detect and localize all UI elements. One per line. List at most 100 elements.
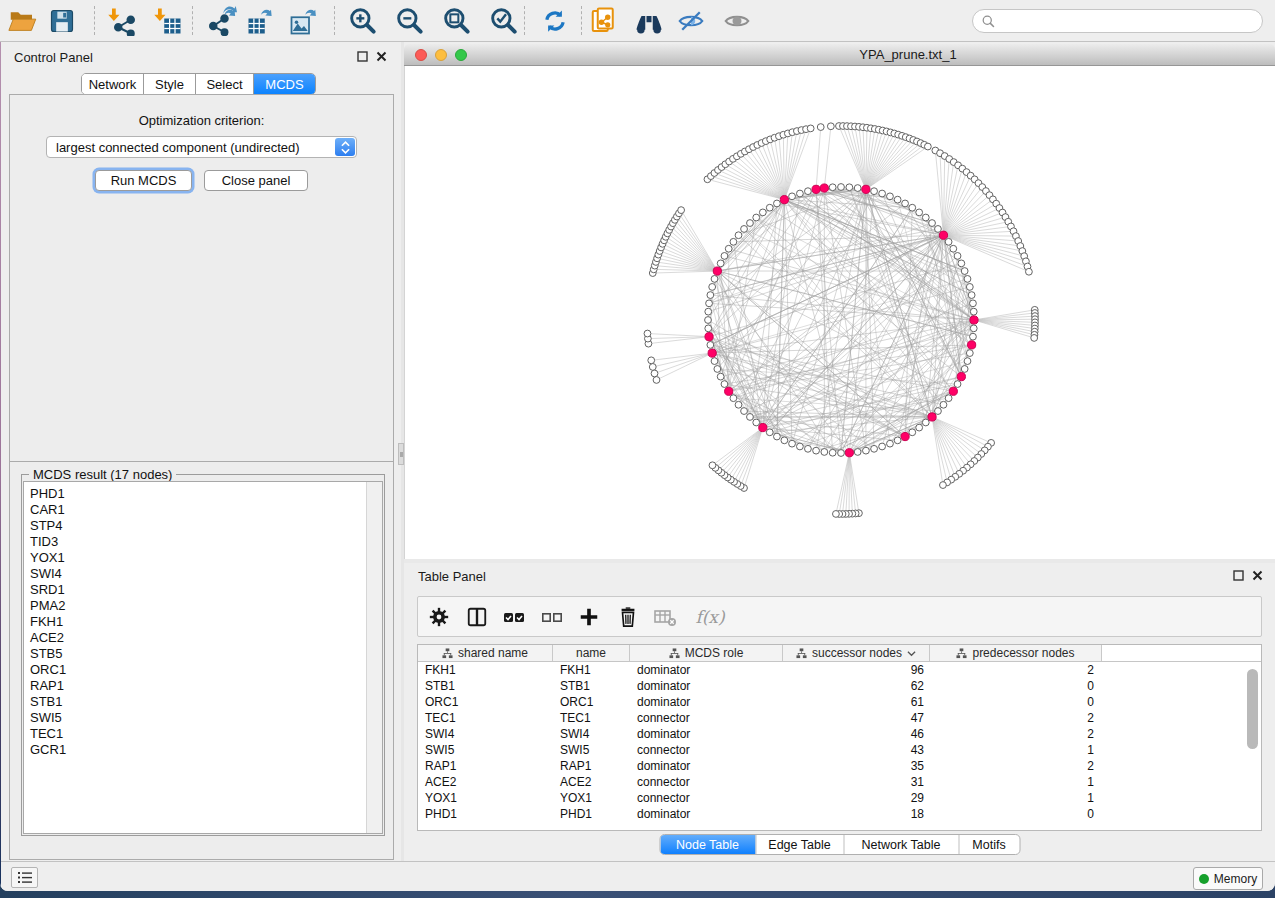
optimization-criterion-label: Optimization criterion: bbox=[10, 113, 393, 128]
table-row-YOX1[interactable]: YOX1YOX1connector291 bbox=[418, 790, 1102, 806]
table-tab-edge-table[interactable]: Edge Table bbox=[756, 835, 844, 854]
table-tab-network-table[interactable]: Network Table bbox=[844, 835, 959, 854]
control-tab-mcds[interactable]: MCDS bbox=[254, 74, 315, 94]
minimize-window-icon[interactable] bbox=[435, 49, 447, 61]
mcds-result-item[interactable]: SWI4 bbox=[24, 566, 382, 582]
import-network-icon[interactable] bbox=[104, 3, 140, 39]
zoom-selected-icon[interactable] bbox=[486, 3, 522, 39]
zoom-in-icon[interactable] bbox=[345, 3, 381, 39]
cell: 29 bbox=[783, 790, 930, 806]
cell: 0 bbox=[930, 806, 1102, 822]
mcds-result-item[interactable]: PMA2 bbox=[24, 598, 382, 614]
toolbar-separator bbox=[192, 6, 193, 35]
mcds-result-item[interactable]: TID3 bbox=[24, 534, 382, 550]
float-table-panel-icon[interactable] bbox=[1233, 570, 1244, 581]
task-list-button[interactable] bbox=[11, 867, 38, 888]
show-columns-icon[interactable] bbox=[464, 604, 490, 630]
mcds-result-item[interactable]: FKH1 bbox=[24, 614, 382, 630]
import-table-icon[interactable] bbox=[150, 3, 186, 39]
delete-column-icon[interactable] bbox=[615, 604, 641, 630]
mcds-list-scrollbar[interactable] bbox=[366, 482, 382, 833]
cell: FKH1 bbox=[418, 662, 553, 678]
add-column-icon[interactable] bbox=[576, 604, 602, 630]
maximize-window-icon[interactable] bbox=[455, 49, 467, 61]
table-row-SWI5[interactable]: SWI5SWI5connector431 bbox=[418, 742, 1102, 758]
mcds-result-item[interactable]: STP4 bbox=[24, 518, 382, 534]
cell: 0 bbox=[930, 694, 1102, 710]
table-row-FKH1[interactable]: FKH1FKH1dominator962 bbox=[418, 662, 1102, 678]
export-image-icon[interactable] bbox=[286, 3, 322, 39]
mcds-result-item[interactable]: SWI5 bbox=[24, 710, 382, 726]
network-window-titlebar[interactable]: YPA_prune.txt_1 bbox=[404, 44, 1275, 66]
close-table-panel-icon[interactable] bbox=[1252, 570, 1263, 581]
close-window-icon[interactable] bbox=[415, 49, 427, 61]
mcds-result-item[interactable]: CAR1 bbox=[24, 502, 382, 518]
table-row-SWI4[interactable]: SWI4SWI4dominator462 bbox=[418, 726, 1102, 742]
table-options-gear-icon[interactable] bbox=[426, 604, 452, 630]
memory-button[interactable]: Memory bbox=[1193, 867, 1263, 890]
column-header-name[interactable]: name bbox=[553, 645, 630, 661]
mcds-result-item[interactable]: YOX1 bbox=[24, 550, 382, 566]
table-header-row: shared namenameMCDS rolesuccessor nodesp… bbox=[418, 645, 1261, 662]
table-row-TEC1[interactable]: TEC1TEC1connector472 bbox=[418, 710, 1102, 726]
cell: connector bbox=[630, 742, 783, 758]
control-tab-select[interactable]: Select bbox=[196, 74, 254, 94]
column-header-successor-nodes[interactable]: successor nodes bbox=[783, 645, 930, 661]
function-builder-icon: f(x) bbox=[690, 604, 730, 630]
table-row-RAP1[interactable]: RAP1RAP1dominator352 bbox=[418, 758, 1102, 774]
table-row-ACE2[interactable]: ACE2ACE2connector311 bbox=[418, 774, 1102, 790]
cell: dominator bbox=[630, 758, 783, 774]
open-folder-icon[interactable] bbox=[4, 3, 40, 39]
mcds-result-item[interactable]: TEC1 bbox=[24, 726, 382, 742]
mcds-result-list[interactable]: PHD1CAR1STP4TID3YOX1SWI4SRD1PMA2FKH1ACE2… bbox=[23, 481, 383, 834]
mcds-result-item[interactable]: RAP1 bbox=[24, 678, 382, 694]
mcds-result-item[interactable]: GCR1 bbox=[24, 742, 382, 758]
network-canvas[interactable] bbox=[404, 66, 1275, 559]
cell: 62 bbox=[783, 678, 930, 694]
zoom-out-icon[interactable] bbox=[392, 3, 428, 39]
control-tab-style[interactable]: Style bbox=[144, 74, 196, 94]
deselect-all-checkboxes-icon[interactable] bbox=[539, 604, 565, 630]
zoom-fit-icon[interactable] bbox=[439, 3, 475, 39]
table-scrollbar[interactable] bbox=[1247, 669, 1258, 749]
export-network-icon[interactable] bbox=[204, 3, 240, 39]
cell: 1 bbox=[930, 774, 1102, 790]
mcds-result-item[interactable]: PHD1 bbox=[24, 486, 382, 502]
select-all-checkboxes-icon[interactable] bbox=[501, 604, 527, 630]
run-mcds-button[interactable]: Run MCDS bbox=[95, 170, 192, 191]
show-details-icon[interactable] bbox=[719, 3, 755, 39]
mcds-result-item[interactable]: ORC1 bbox=[24, 662, 382, 678]
mcds-result-item[interactable]: STB5 bbox=[24, 646, 382, 662]
search-input[interactable] bbox=[972, 9, 1263, 33]
close-panel-button[interactable]: Close panel bbox=[204, 170, 308, 191]
new-network-from-selection-icon[interactable] bbox=[586, 3, 622, 39]
column-header-shared-name[interactable]: shared name bbox=[418, 645, 553, 661]
control-panel-tabs: NetworkStyleSelectMCDS bbox=[81, 73, 316, 95]
column-header-MCDS-role[interactable]: MCDS role bbox=[630, 645, 783, 661]
hide-details-icon[interactable] bbox=[673, 3, 709, 39]
column-header-predecessor-nodes[interactable]: predecessor nodes bbox=[930, 645, 1102, 661]
mcds-result-item[interactable]: SRD1 bbox=[24, 582, 382, 598]
export-table-icon[interactable] bbox=[243, 3, 279, 39]
float-panel-icon[interactable] bbox=[357, 51, 368, 62]
table-toolbar: f(x) bbox=[417, 596, 1262, 637]
refresh-icon[interactable] bbox=[537, 3, 573, 39]
table-tab-motifs[interactable]: Motifs bbox=[959, 835, 1019, 854]
cell: SWI4 bbox=[553, 726, 630, 742]
memory-label: Memory bbox=[1214, 872, 1257, 886]
mcds-result-item[interactable]: STB1 bbox=[24, 694, 382, 710]
table-row-ORC1[interactable]: ORC1ORC1dominator610 bbox=[418, 694, 1102, 710]
table-tab-node-table[interactable]: Node Table bbox=[660, 835, 756, 854]
table-row-PHD1[interactable]: PHD1PHD1dominator180 bbox=[418, 806, 1102, 822]
save-icon[interactable] bbox=[44, 3, 80, 39]
desktop-edge-sliver bbox=[0, 42, 1, 891]
control-tab-network[interactable]: Network bbox=[82, 74, 144, 94]
criterion-select[interactable]: largest connected component (undirected) bbox=[46, 136, 357, 158]
close-panel-icon[interactable] bbox=[376, 51, 387, 62]
cell: 96 bbox=[783, 662, 930, 678]
search-network-icon[interactable] bbox=[631, 3, 667, 39]
mcds-result-item[interactable]: ACE2 bbox=[24, 630, 382, 646]
mcds-result-panel: MCDS result (17 nodes) PHD1CAR1STP4TID3Y… bbox=[9, 461, 394, 860]
cell: TEC1 bbox=[553, 710, 630, 726]
table-row-STB1[interactable]: STB1STB1dominator620 bbox=[418, 678, 1102, 694]
